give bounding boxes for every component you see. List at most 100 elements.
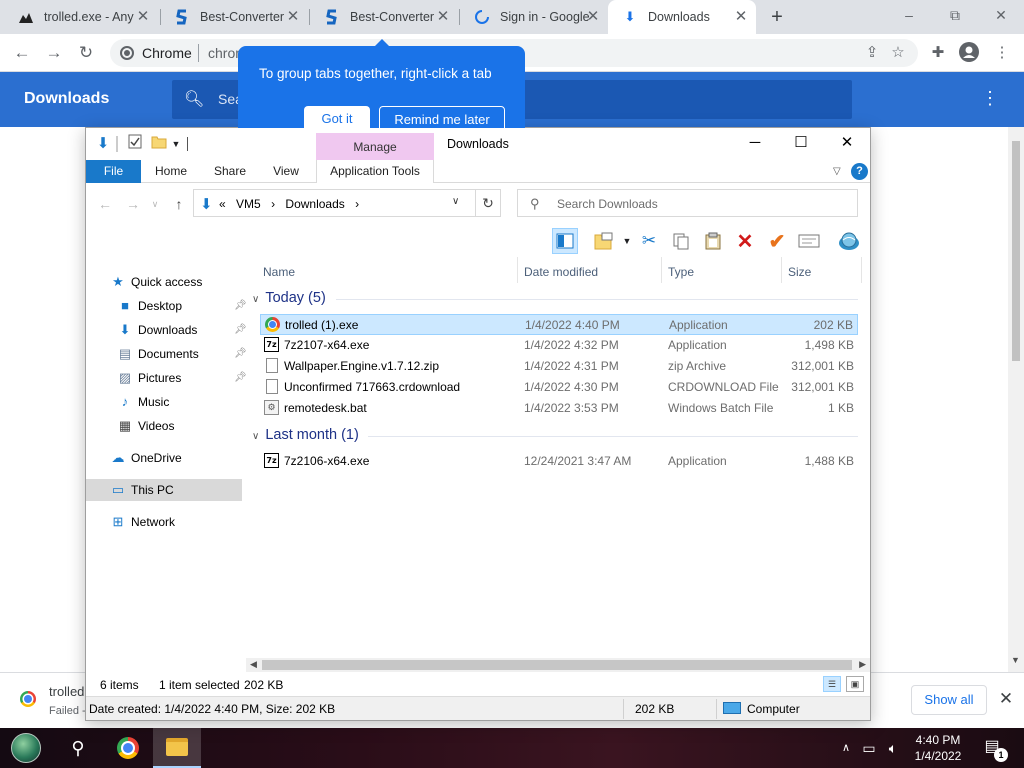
breadcrumb-separator[interactable]: › [355,197,359,211]
address-bar[interactable]: ⬇ « VM5 › Downloads › ∨ [193,189,476,217]
column-header-date-modified[interactable]: Date modified [507,261,651,283]
tab-view[interactable]: View [261,160,311,183]
file-row[interactable]: Unconfirmed 717663.crdownload 1/4/2022 4… [260,377,858,398]
scrollbar-thumb[interactable] [1012,141,1020,361]
close-button[interactable]: ✕ [824,128,870,158]
close-shelf-icon[interactable]: ✕ [996,688,1016,710]
nav-videos[interactable]: ▦ Videos [117,415,175,437]
nav-pictures[interactable]: ▨ Pictures 📌︎ [117,367,247,389]
refresh-button[interactable]: ↻ [476,189,501,217]
nav-downloads[interactable]: ⬇ Downloads 📌︎ [117,319,247,341]
column-header-type[interactable]: Type [651,261,771,283]
scroll-down-arrow-icon[interactable]: ▼ [1011,655,1020,665]
qat-dropdown-icon[interactable]: ▼ [170,134,182,154]
reload-icon[interactable]: ↻ [74,41,98,65]
action-center-icon[interactable]: ▤ 1 [980,736,1008,762]
open-with-icon[interactable] [590,228,620,254]
remind-later-button[interactable]: Remind me later [379,106,505,132]
nav-this-pc[interactable]: ▭ This PC [86,479,242,501]
profile-avatar-icon[interactable] [957,42,981,64]
tab-best-converter-1[interactable]: Best-Converter ✕ [160,0,308,34]
tab-file[interactable]: File [86,160,141,183]
nav-network[interactable]: ⊞ Network [110,511,175,533]
large-icons-view-icon[interactable]: ▣ [846,676,864,692]
back-arrow-icon[interactable]: ← [10,41,34,65]
scroll-left-arrow-icon[interactable]: ◀ [250,659,257,670]
taskbar-clock[interactable]: 4:40 PM 1/4/2022 [906,732,970,764]
nav-quick-access[interactable]: ★ Quick access [110,271,202,293]
start-button[interactable] [2,728,50,768]
tab-home[interactable]: Home [146,160,196,183]
file-row[interactable]: 7z 7z2107-x64.exe 1/4/2022 4:32 PM Appli… [260,335,858,356]
restore-button[interactable]: ⧉ [932,0,978,30]
show-all-button[interactable]: Show all [911,685,987,715]
dropdown-arrow-icon[interactable]: ▼ [620,228,634,254]
close-window-button[interactable]: ✕ [978,0,1024,30]
breadcrumb-overflow[interactable]: « [219,197,226,211]
close-icon[interactable]: ✕ [732,8,750,26]
page-scrollbar[interactable]: ▼ [1008,127,1024,672]
up-arrow-icon[interactable]: ↑ [170,195,188,213]
preview-pane-icon[interactable] [552,228,578,254]
breadcrumb-vm5[interactable]: VM5 [236,197,261,211]
column-header-name[interactable]: Name [246,261,516,283]
group-header-last-month[interactable]: ∨ Last month (1) [252,427,359,443]
expand-ribbon-chevron-icon[interactable]: ▽ [833,166,841,177]
maximize-button[interactable]: ☐ [778,128,824,158]
copy-icon[interactable] [668,228,694,254]
address-dropdown-chevron-icon[interactable]: ∨ [452,196,459,207]
file-row[interactable]: Wallpaper.Engine.v1.7.12.zip 1/4/2022 4:… [260,356,858,377]
breadcrumb-separator[interactable]: › [271,197,275,211]
details-view-icon[interactable]: ☰ [823,676,841,692]
horizontal-scrollbar[interactable]: ◀ ▶ [246,658,870,672]
breadcrumb-downloads[interactable]: Downloads [285,197,344,211]
forward-arrow-icon[interactable]: → [124,195,142,213]
got-it-button[interactable]: Got it [304,106,370,132]
tab-share[interactable]: Share [205,160,255,183]
tab-downloads[interactable]: ⬇ Downloads ✕ [608,0,756,34]
globe-network-icon[interactable] [836,228,862,254]
rename-check-icon[interactable]: ✔ [764,228,790,254]
minimize-button[interactable]: ─ [732,128,778,158]
tab-application-tools[interactable]: Application Tools [316,160,434,183]
tray-overflow-chevron-icon[interactable]: ∧ [838,728,854,768]
tab-best-converter-2[interactable]: Best-Converter ✕ [310,0,458,34]
close-icon[interactable]: ✕ [434,8,452,26]
column-header-size[interactable]: Size [771,261,861,283]
scroll-right-arrow-icon[interactable]: ▶ [859,659,866,670]
shelf-file-name[interactable]: trolled [49,684,84,699]
minimize-button[interactable]: – [886,0,932,30]
new-tab-plus-icon[interactable]: + [766,6,788,28]
taskbar-search-button[interactable]: ⚲ [54,728,102,768]
close-icon[interactable]: ✕ [134,8,152,26]
nav-documents[interactable]: ▤ Documents 📌︎ [117,343,247,365]
scrollbar-thumb[interactable] [262,660,852,670]
forward-arrow-icon[interactable]: → [42,41,66,65]
close-icon[interactable]: ✕ [584,8,602,26]
tab-trolled[interactable]: trolled.exe - Any ✕ [4,0,158,34]
properties-card-icon[interactable] [796,228,822,254]
menu-kebab-icon[interactable]: ⋮ [990,42,1014,64]
delete-x-icon[interactable]: ✕ [732,228,758,254]
file-row[interactable]: 7z 7z2106-x64.exe 12/24/2021 3:47 AM App… [260,451,858,472]
tab-sign-in-google[interactable]: Sign in - Google ✕ [460,0,608,34]
nav-desktop[interactable]: ■ Desktop 📌︎ [117,295,247,317]
back-arrow-icon[interactable]: ← [96,195,114,213]
extensions-puzzle-icon[interactable]: ✚ [926,42,950,64]
nav-onedrive[interactable]: ☁ OneDrive [110,447,182,469]
recent-locations-chevron-icon[interactable]: ∨ [146,195,164,213]
volume-muted-icon[interactable]: 🔈︎ [882,728,904,768]
file-row[interactable]: ⚙ remotedesk.bat 1/4/2022 3:53 PM Window… [260,398,858,419]
properties-checkbox-icon[interactable] [126,134,144,154]
close-icon[interactable]: ✕ [284,8,302,26]
help-icon[interactable]: ? [851,163,868,180]
new-folder-icon[interactable] [150,134,168,154]
share-icon[interactable]: ⇪ [860,42,884,64]
network-status-icon[interactable]: ▭ [858,728,880,768]
bookmark-star-icon[interactable]: ☆ [886,42,910,64]
taskbar-chrome[interactable] [104,728,152,768]
cut-scissors-icon[interactable]: ✂ [636,228,662,254]
taskbar-file-explorer[interactable] [153,728,201,768]
search-input[interactable]: ⚲ Search Downloads [517,189,858,217]
column-separator[interactable] [861,257,862,283]
